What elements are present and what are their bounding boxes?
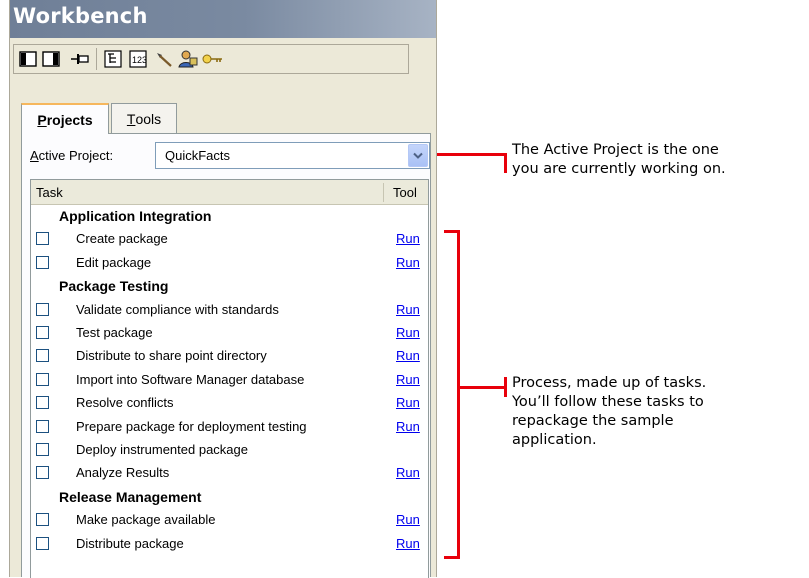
active-project-pointer — [437, 153, 507, 156]
title-bar: Workbench — [10, 0, 436, 38]
task-label: Import into Software Manager database — [76, 371, 305, 387]
process-bracket-bottom — [444, 556, 460, 559]
callout-text-line: Process, made up of tasks. — [512, 375, 707, 391]
task-row[interactable]: Prepare package for deployment testing Ru… — [31, 416, 428, 439]
callout-text-line: you are currently working on. — [512, 161, 726, 177]
column-header-task[interactable]: Task — [36, 185, 63, 200]
active-project-pointer-tick — [504, 153, 507, 173]
task-row[interactable]: Resolve conflicts Run — [31, 392, 428, 415]
active-project-value: QuickFacts — [165, 148, 231, 163]
task-row[interactable]: Validate compliance with standards Run — [31, 299, 428, 322]
run-link[interactable]: Run — [396, 419, 420, 434]
task-row[interactable]: Create package Run — [31, 228, 428, 251]
task-label: Prepare package for deployment testing — [76, 418, 307, 434]
task-label: Resolve conflicts — [76, 395, 174, 411]
group-row: Application Integration — [31, 205, 428, 228]
tab-tools-label: ools — [135, 110, 162, 127]
task-checkbox[interactable] — [36, 443, 49, 456]
run-link[interactable]: Run — [396, 255, 420, 270]
task-row[interactable]: Distribute package Run — [31, 533, 428, 556]
task-checkbox[interactable] — [36, 255, 49, 269]
task-label: Edit package — [76, 254, 152, 270]
projects-panel: Active Project: QuickFacts Task Tool App… — [21, 133, 431, 578]
task-checkbox[interactable] — [36, 466, 49, 480]
run-link[interactable]: Run — [396, 372, 420, 387]
task-checkbox[interactable] — [36, 326, 49, 339]
task-checkbox[interactable] — [36, 372, 49, 386]
task-row[interactable]: Analyze Results Run — [31, 462, 428, 485]
task-row[interactable]: Import into Software Manager database Run — [31, 369, 428, 392]
tab-tools-accel: T — [126, 110, 136, 127]
task-checkbox[interactable] — [36, 349, 49, 363]
callout-text-line: You’ll follow these tasks to — [512, 394, 704, 410]
task-checkbox[interactable] — [36, 536, 49, 550]
task-label: Analyze Results — [76, 465, 170, 481]
run-link[interactable]: Run — [396, 302, 420, 317]
svg-text:123: 123 — [132, 55, 147, 65]
right-pane-icon[interactable] — [40, 48, 62, 70]
active-project-callout: The Active Project is the one you are cu… — [512, 141, 726, 179]
window-title: Workbench — [13, 4, 148, 28]
tab-projects-accel: P — [37, 111, 47, 128]
task-label: Validate compliance with standards — [76, 301, 279, 317]
group-title: Package Testing — [59, 278, 169, 295]
tab-projects[interactable]: Projects — [21, 103, 109, 134]
grid-header: Task Tool — [31, 180, 428, 205]
tab-projects-label: rojects — [46, 111, 93, 128]
run-link[interactable]: Run — [396, 325, 420, 340]
numbered-list-icon[interactable]: 123 — [127, 48, 149, 70]
active-project-dropdown[interactable]: QuickFacts — [155, 142, 430, 169]
task-row[interactable]: Deploy instrumented package — [31, 439, 428, 462]
task-row[interactable]: Test package Run — [31, 322, 428, 345]
task-checkbox[interactable] — [36, 232, 49, 246]
task-label: Create package — [76, 231, 168, 247]
callout-text-line: The Active Project is the one — [512, 142, 719, 158]
task-checkbox[interactable] — [36, 419, 49, 433]
task-checkbox[interactable] — [36, 513, 49, 527]
hammer-icon[interactable] — [153, 48, 175, 70]
task-grid: Task Tool Application Integration Create … — [30, 179, 429, 578]
task-label: Make package available — [76, 512, 216, 528]
workbench-window: Workbench 123 Projects T ools Active Pro… — [9, 0, 437, 578]
toolbar: 123 — [13, 44, 409, 74]
active-project-label: Active Project: — [30, 148, 113, 163]
task-row[interactable]: Make package available Run — [31, 509, 428, 532]
task-checkbox[interactable] — [36, 396, 49, 410]
group-title: Release Management — [59, 488, 202, 505]
column-divider[interactable] — [383, 183, 384, 202]
task-label: Distribute to share point directory — [76, 348, 267, 364]
run-link[interactable]: Run — [396, 395, 420, 410]
tab-tools[interactable]: Tools — [111, 103, 177, 133]
column-header-tool[interactable]: Tool — [393, 185, 417, 200]
task-label: Test package — [76, 325, 153, 340]
process-pointer-tick — [504, 377, 507, 397]
tree-view-icon[interactable] — [102, 48, 124, 70]
chevron-down-icon[interactable] — [408, 144, 428, 167]
process-bracket-spine — [457, 230, 460, 559]
task-checkbox[interactable] — [36, 302, 49, 316]
run-link[interactable]: Run — [396, 536, 420, 551]
active-project-label-text: ctive Project: — [38, 148, 114, 163]
run-link[interactable]: Run — [396, 348, 420, 363]
group-row: Package Testing — [31, 275, 428, 298]
task-label: Distribute package — [76, 535, 184, 551]
process-pointer — [457, 386, 507, 389]
process-callout: Process, made up of tasks. You’ll follow… — [512, 374, 706, 450]
task-row[interactable]: Distribute to share point directory Run — [31, 345, 428, 368]
run-link[interactable]: Run — [396, 512, 420, 527]
callout-text-line: application. — [512, 432, 597, 448]
run-link[interactable]: Run — [396, 465, 420, 480]
pin-icon[interactable] — [69, 48, 91, 70]
key-icon[interactable] — [202, 48, 224, 70]
callout-text-line: repackage the sample — [512, 413, 674, 429]
task-label: Deploy instrumented package — [76, 442, 248, 457]
toolbar-separator — [96, 48, 97, 70]
user-tools-icon[interactable] — [177, 48, 199, 70]
run-link[interactable]: Run — [396, 231, 420, 246]
left-pane-icon[interactable] — [17, 48, 39, 70]
group-title: Application Integration — [59, 208, 212, 224]
task-row[interactable]: Edit package Run — [31, 252, 428, 275]
group-row: Release Management — [31, 486, 428, 509]
active-project-accel: A — [30, 148, 39, 163]
